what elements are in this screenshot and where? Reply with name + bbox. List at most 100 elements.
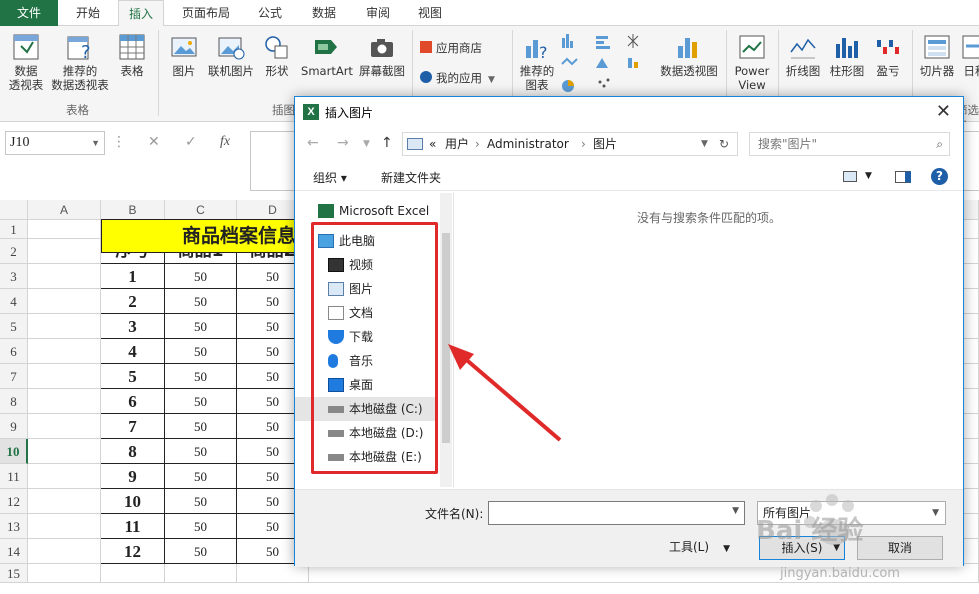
power-view-button[interactable]: Power View [730,32,774,92]
new-folder-button[interactable]: 新建文件夹 [381,169,441,186]
row-header-3[interactable]: 3 [0,264,28,289]
cell[interactable] [165,564,237,583]
sequence-cell[interactable]: 5 [101,364,165,389]
screenshot-button[interactable]: 屏幕截图 [356,32,408,78]
timeline-button[interactable]: 日程 [958,32,979,78]
title-cell[interactable]: 商品档案信息 [101,219,311,253]
row-header-6[interactable]: 6 [0,339,28,364]
cell[interactable] [28,514,101,539]
row-header-9[interactable]: 9 [0,414,28,439]
recommended-pivot-button[interactable]: ? 推荐的 数据透视表 [48,32,112,92]
sequence-cell[interactable]: 4 [101,339,165,364]
chart-gallery[interactable] [560,32,654,96]
chevron-down-icon[interactable]: ▼ [701,133,708,155]
table-button[interactable]: 表格 [114,32,150,78]
cell[interactable] [28,564,101,583]
chevron-down-icon[interactable]: ▼ [865,171,872,181]
online-picture-button[interactable]: 联机图片 [204,32,258,78]
tab-view[interactable]: 视图 [408,0,452,26]
sequence-cell[interactable]: 2 [101,289,165,314]
store-button[interactable]: 应用商店 [420,38,482,58]
search-input[interactable]: 搜索"图片" ⌕ [749,132,950,156]
value-cell[interactable]: 50 [165,339,237,364]
cell[interactable] [28,389,101,414]
value-cell[interactable]: 50 [165,439,237,464]
sequence-cell[interactable]: 8 [101,439,165,464]
path-segment-users[interactable]: 用户 [445,133,469,155]
value-cell[interactable]: 50 [165,539,237,564]
tab-page-layout[interactable]: 页面布局 [170,0,242,26]
slicer-button[interactable]: 切片器 [914,32,960,78]
row-header-1[interactable]: 1 [0,220,28,239]
chevron-down-icon[interactable]: ▼ [91,132,100,154]
sequence-cell[interactable]: 10 [101,489,165,514]
row-header-12[interactable]: 12 [0,489,28,514]
tab-review[interactable]: 审阅 [356,0,400,26]
cell[interactable] [28,489,101,514]
sequence-cell[interactable]: 1 [101,264,165,289]
cell[interactable] [28,364,101,389]
value-cell[interactable]: 50 [165,489,237,514]
sparkline-column-button[interactable]: 柱形图 [826,32,868,78]
cell[interactable] [28,264,101,289]
filename-input[interactable]: ▼ [488,501,745,525]
tab-file[interactable]: 文件 [0,0,58,26]
nav-item[interactable]: Microsoft Excel [295,199,438,223]
cancel-entry-icon[interactable]: ✕ [148,134,160,150]
value-cell[interactable]: 50 [165,514,237,539]
column-header-a[interactable]: A [28,200,101,220]
path-segment-pictures[interactable]: 图片 [593,133,617,155]
name-box[interactable]: J10 ▼ [5,131,105,155]
value-cell[interactable]: 50 [165,464,237,489]
row-header-2[interactable]: 2 [0,239,28,264]
organize-button[interactable]: 组织 ▾ [313,169,347,186]
row-header-11[interactable]: 11 [0,464,28,489]
chevron-down-icon[interactable]: ▼ [732,506,739,516]
path-segment-administrator[interactable]: Administrator [487,133,569,155]
cell[interactable] [28,539,101,564]
picture-button[interactable]: 图片 [166,32,202,78]
cell[interactable] [28,314,101,339]
cell[interactable] [28,414,101,439]
recommended-charts-button[interactable]: ? 推荐的 图表 [516,32,558,92]
row-header-4[interactable]: 4 [0,289,28,314]
view-options-icon[interactable] [843,171,857,182]
sequence-cell[interactable]: 9 [101,464,165,489]
shapes-button[interactable]: 形状 [260,32,294,78]
sequence-cell[interactable]: 6 [101,389,165,414]
up-arrow-icon[interactable]: ↑ [381,135,393,151]
cell[interactable] [28,239,101,264]
cell[interactable] [28,220,101,239]
column-header-c[interactable]: C [165,200,237,220]
help-icon[interactable]: ? [931,168,948,185]
value-cell[interactable]: 50 [165,364,237,389]
tab-home[interactable]: 开始 [62,0,114,26]
row-header-5[interactable]: 5 [0,314,28,339]
address-bar[interactable]: « 用户 › Administrator › 图片 ▼ ↻ [402,132,738,156]
sequence-cell[interactable]: 7 [101,414,165,439]
row-header-15[interactable]: 15 [0,564,28,583]
row-header-14[interactable]: 14 [0,539,28,564]
sparkline-line-button[interactable]: 折线图 [782,32,824,78]
row-header-8[interactable]: 8 [0,389,28,414]
sparkline-winloss-button[interactable]: 盈亏 [870,32,906,78]
sequence-cell[interactable]: 11 [101,514,165,539]
value-cell[interactable]: 50 [165,389,237,414]
row-header-10[interactable]: 10 [0,439,28,464]
tools-button[interactable]: 工具(L) ▼ [669,536,749,560]
smartart-button[interactable]: SmartArt [298,32,356,78]
cell[interactable] [28,439,101,464]
value-cell[interactable]: 50 [165,314,237,339]
refresh-icon[interactable]: ↻ [719,133,729,155]
cell[interactable] [28,339,101,364]
sequence-cell[interactable]: 3 [101,314,165,339]
preview-pane-icon[interactable] [895,171,911,183]
value-cell[interactable]: 50 [165,289,237,314]
column-header-b[interactable]: B [101,200,165,220]
my-apps-button[interactable]: 我的应用 ▼ [420,68,495,88]
cell[interactable] [28,289,101,314]
value-cell[interactable]: 50 [165,414,237,439]
tab-insert[interactable]: 插入 [118,0,164,27]
row-header-13[interactable]: 13 [0,514,28,539]
insert-function-icon[interactable]: fx [220,134,230,150]
